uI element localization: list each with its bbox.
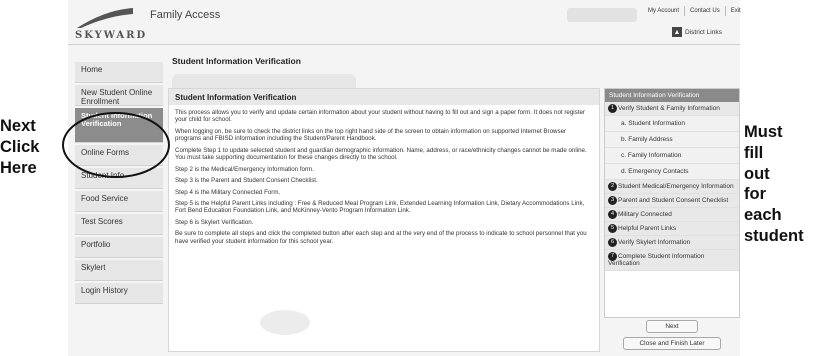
annotation-word: Next <box>0 117 36 135</box>
sidebar-item-login-history[interactable]: Login History <box>75 283 163 304</box>
step-6[interactable]: 6 Verify Skylert Information <box>605 236 739 251</box>
step-3[interactable]: 3 Parent and Student Consent Checklist <box>605 194 739 209</box>
annotation-word: Here <box>0 158 37 177</box>
step-7[interactable]: 7 Complete Student Information Verificati… <box>605 250 739 272</box>
district-links-label: District Links <box>685 28 722 36</box>
step-number-icon: 6 <box>608 238 617 248</box>
step-label: Verify Student & Family Information <box>618 105 720 113</box>
steps-panel: Student Information Verification 1 Verify… <box>604 88 740 318</box>
logo-swoosh-icon <box>77 8 133 28</box>
step-number-icon: 4 <box>608 210 617 220</box>
sidebar-item-skylert[interactable]: Skylert <box>75 260 163 281</box>
step-label: Student Medical/Emergency Information <box>618 183 734 191</box>
step-number-icon: 1 <box>608 104 617 113</box>
next-button[interactable]: Next <box>646 320 698 333</box>
footer-redacted <box>260 310 310 335</box>
instruction-paragraph: Step 5 is the Helpful Parent Links inclu… <box>175 199 585 215</box>
sidebar-item-new-student-enrollment[interactable]: New Student Online Enrollment <box>75 85 163 106</box>
my-account-link[interactable]: My Account <box>643 6 686 16</box>
instructions-box: Student Information Verification This pr… <box>168 88 600 352</box>
step-1d[interactable]: d. Emergency Contacts <box>605 164 739 181</box>
step-label: Helpful Parent Links <box>618 225 677 233</box>
header-divider <box>68 44 740 45</box>
instruction-paragraph: Step 4 is the Military Connected Form. <box>175 188 281 196</box>
instruction-paragraph: Step 2 is the Medical/Emergency Informat… <box>175 165 314 173</box>
steps-header: Student Information Verification <box>605 89 739 102</box>
annotation-circle <box>62 112 170 178</box>
instruction-paragraph: Step 3 is the Parent and Student Consent… <box>175 177 318 185</box>
annotation-next-click-here: Next Click Here <box>0 116 39 178</box>
annotation-must-fill-out: Must fill out for each student <box>744 122 804 247</box>
instruction-paragraph: Step 6 is Skylert Verification. <box>175 218 254 226</box>
step-label: Verify Skylert Information <box>618 239 691 247</box>
sidebar-item-home[interactable]: Home <box>75 62 163 83</box>
skyward-logo: SKYWARD <box>75 6 145 44</box>
sidebar-item-test-scores[interactable]: Test Scores <box>75 214 163 235</box>
step-1[interactable]: 1 Verify Student & Family Information <box>605 102 739 117</box>
step-1b[interactable]: b. Family Address <box>605 132 739 149</box>
annotation-word: each <box>744 206 782 225</box>
instruction-paragraph: This process allows you to verify and up… <box>175 109 585 124</box>
district-person-icon: ▲ <box>672 27 682 37</box>
step-label: Military Connected <box>618 211 672 219</box>
step-number-icon: 2 <box>608 182 617 192</box>
step-number-icon: 3 <box>608 196 617 206</box>
sidebar-item-portfolio[interactable]: Portfolio <box>75 237 163 258</box>
student-tab-redacted[interactable] <box>172 74 356 88</box>
page-title: Student Information Verification <box>172 56 301 66</box>
instruction-paragraph: Be sure to complete all steps and click … <box>175 230 587 245</box>
exit-link[interactable]: Exit <box>726 6 746 16</box>
step-label: Parent and Student Consent Checklist <box>618 197 729 205</box>
instruction-paragraph: When logging on, be sure to check the di… <box>175 127 567 143</box>
sidebar-item-food-service[interactable]: Food Service <box>75 191 163 212</box>
annotation-word: student <box>744 226 804 245</box>
annotation-word: Must <box>744 123 783 141</box>
step-2[interactable]: 2 Student Medical/Emergency Information <box>605 180 739 195</box>
contact-us-link[interactable]: Contact Us <box>685 6 726 16</box>
user-name-redacted <box>567 8 637 22</box>
logo-text: SKYWARD <box>75 30 148 41</box>
step-5[interactable]: 5 Helpful Parent Links <box>605 222 739 237</box>
annotation-word: Click <box>0 137 40 156</box>
instructions-title: Student Information Verification <box>169 89 599 105</box>
annotation-word: for <box>744 185 766 204</box>
step-label: Complete Student Information Verificatio… <box>608 253 705 268</box>
step-4[interactable]: 4 Military Connected <box>605 208 739 223</box>
app-title: Family Access <box>150 9 221 21</box>
sidebar: Home New Student Online Enrollment Stude… <box>75 62 163 306</box>
step-number-icon: 5 <box>608 224 617 234</box>
annotation-word: out <box>744 164 770 183</box>
main-panel: Student Information Verification Student… <box>168 50 740 356</box>
step-1c[interactable]: c. Family Information <box>605 148 739 165</box>
step-buttons: Next Close and Finish Later <box>604 320 740 354</box>
annotation-word: fill <box>744 143 764 162</box>
close-and-finish-later-button[interactable]: Close and Finish Later <box>623 337 721 350</box>
step-1a[interactable]: a. Student Information <box>605 116 739 133</box>
district-links-button[interactable]: ▲ District Links <box>672 27 722 37</box>
top-links: My Account Contact Us Exit <box>643 6 746 16</box>
instruction-paragraph: Complete Step 1 to update selected stude… <box>175 146 587 162</box>
